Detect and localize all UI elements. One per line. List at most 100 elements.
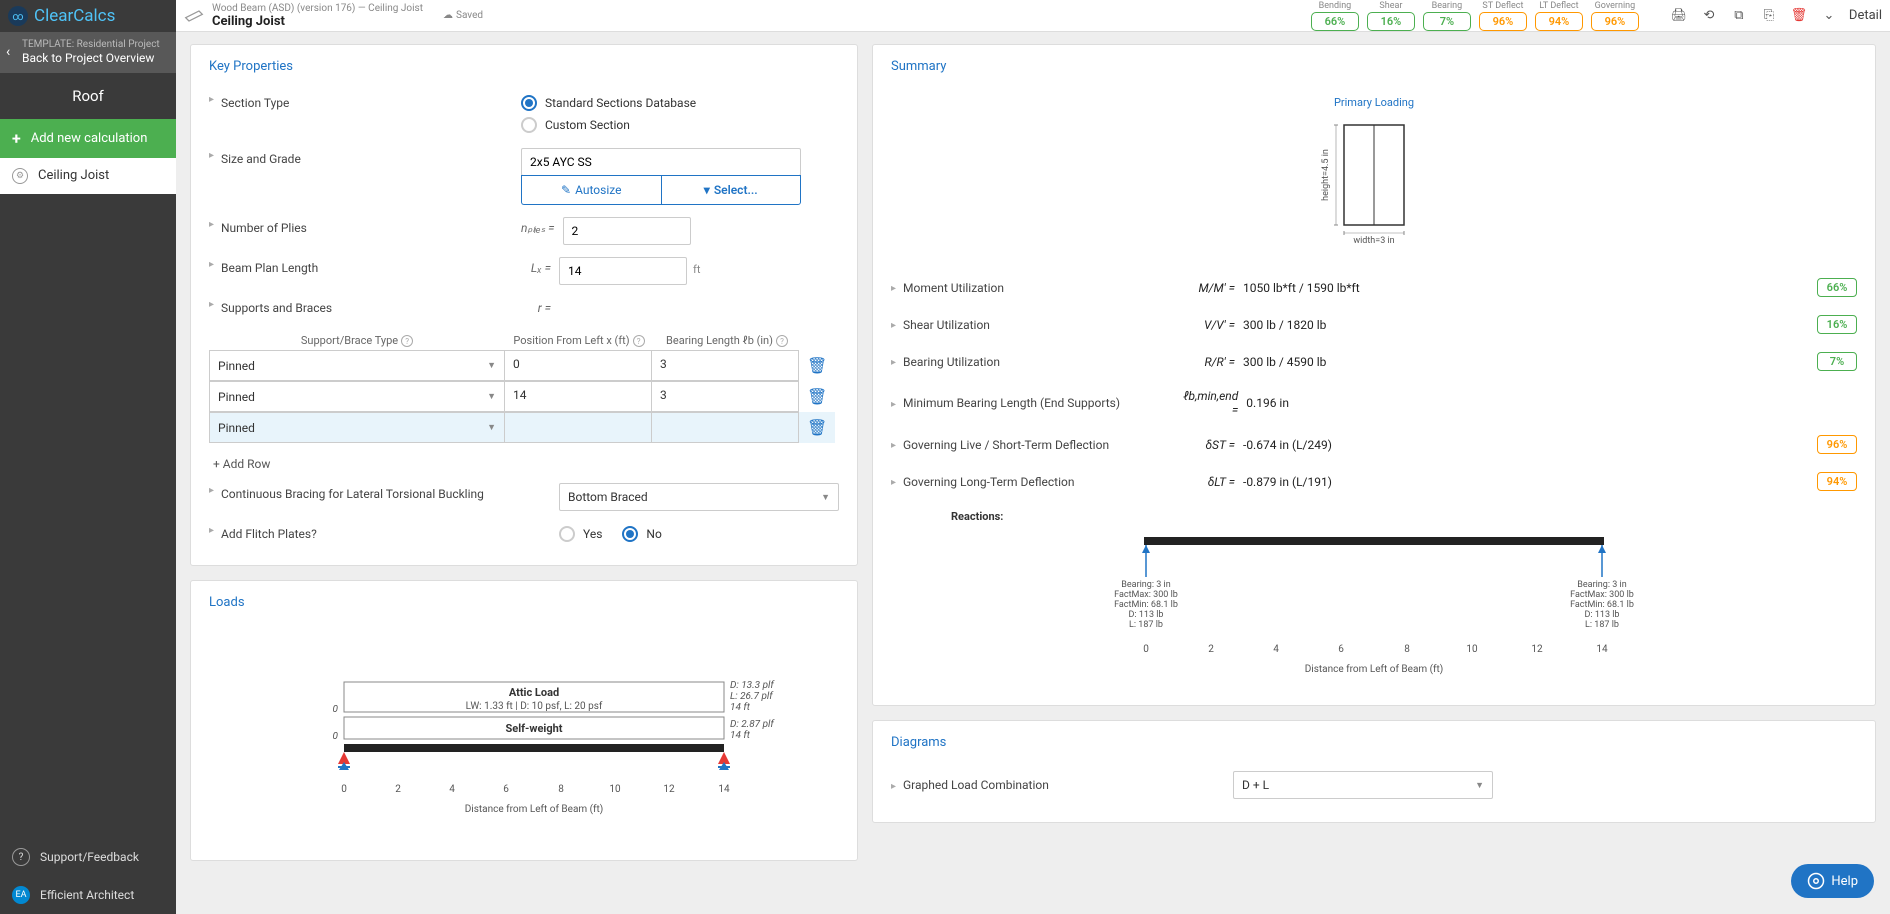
svg-text:0: 0 — [333, 731, 339, 742]
expand-icon[interactable]: ▸ — [209, 299, 217, 310]
loads-diagram: Attic Load LW: 1.33 ft | D: 10 psf, L: 2… — [249, 672, 879, 842]
bearing-badge: 7% — [1817, 352, 1857, 371]
svg-text:Bearing: 3 in: Bearing: 3 in — [1121, 580, 1170, 590]
expand-icon[interactable]: ▸ — [891, 477, 899, 488]
expand-icon[interactable]: ▸ — [891, 357, 899, 368]
svg-text:10: 10 — [1466, 644, 1478, 655]
expand-icon[interactable]: ▸ — [891, 440, 899, 451]
size-grade-label: Size and Grade — [221, 148, 521, 166]
help-icon[interactable]: ? — [401, 335, 413, 347]
bracing-label: Continuous Bracing for Lateral Torsional… — [221, 483, 559, 501]
expand-icon[interactable]: ▸ — [209, 485, 217, 496]
svg-text:4: 4 — [1273, 644, 1279, 655]
expand-icon[interactable]: ▸ — [209, 525, 217, 536]
length-unit: ft — [693, 257, 700, 276]
bearing-input[interactable]: 3 — [651, 381, 799, 412]
sidebar-item-ceiling-joist[interactable]: Ceiling Joist — [0, 158, 176, 194]
position-input[interactable]: 0 — [504, 350, 652, 381]
delete-row-icon[interactable]: 🗑 — [799, 381, 835, 412]
logo[interactable]: ∞ ClearCalcs — [0, 0, 176, 32]
radio-flitch-yes[interactable]: Yes — [559, 523, 602, 545]
expand-icon[interactable]: ▸ — [891, 399, 899, 410]
beam-icon — [184, 6, 204, 26]
table-row: Pinned▼ 🗑 — [209, 412, 839, 443]
support-feedback-button[interactable]: ? Support/Feedback — [0, 838, 176, 876]
refresh-icon[interactable]: ⟲ — [1699, 6, 1719, 26]
delete-row-icon[interactable]: 🗑 — [799, 350, 835, 381]
support-type-select[interactable]: Pinned▼ — [209, 350, 505, 381]
gear-icon — [12, 168, 28, 184]
svg-text:2: 2 — [395, 784, 401, 795]
position-input[interactable]: 14 — [504, 381, 652, 412]
support-type-select[interactable]: Pinned▼ — [209, 381, 505, 412]
svg-text:L: 26.7 plf: L: 26.7 plf — [730, 690, 774, 702]
expand-icon[interactable]: ▸ — [209, 219, 217, 230]
supports-table: Support/Brace Type? Position From Left x… — [209, 331, 839, 443]
svg-text:Distance from Left of Beam (ft: Distance from Left of Beam (ft) — [1305, 663, 1444, 675]
loads-title: Loads — [209, 595, 839, 610]
svg-text:D: 2.87 plf: D: 2.87 plf — [730, 718, 775, 730]
svg-text:Self-weight: Self-weight — [506, 722, 563, 735]
col-pos-header: Position From Left x (ft)? — [505, 331, 653, 350]
expand-icon[interactable]: ▸ — [209, 94, 217, 105]
print-icon[interactable]: 🖨 — [1669, 6, 1689, 26]
svg-text:D: 13.3 plf: D: 13.3 plf — [730, 679, 775, 691]
expand-icon[interactable]: ▸ — [891, 283, 899, 294]
diagrams-title: Diagrams — [891, 735, 1857, 750]
key-properties-panel: Key Properties ▸ Section Type Standard S… — [190, 44, 858, 566]
st-deflect-badge: 96% — [1479, 12, 1527, 31]
chevron-down-icon[interactable]: ⌄ — [1819, 6, 1839, 26]
select-button[interactable]: ▾Select... — [661, 175, 802, 205]
svg-text:height=4.5 in: height=4.5 in — [1321, 149, 1331, 201]
radio-flitch-no[interactable]: No — [622, 523, 661, 545]
help-icon[interactable]: ? — [776, 335, 788, 347]
lt-deflect-badge: 94% — [1535, 12, 1583, 31]
svg-text:FactMin: 68.1 lb: FactMin: 68.1 lb — [1570, 600, 1634, 610]
bearing-input[interactable]: 3 — [651, 350, 799, 381]
svg-text:6: 6 — [503, 784, 509, 795]
beam-length-input[interactable] — [559, 257, 687, 285]
back-to-project[interactable]: ‹ TEMPLATE: Residential Project Back to … — [0, 32, 176, 73]
svg-text:width=3 in: width=3 in — [1353, 236, 1394, 245]
lt-deflect-badge: 94% — [1817, 472, 1857, 491]
size-grade-input[interactable] — [521, 148, 801, 176]
svg-text:FactMax: 300 lb: FactMax: 300 lb — [1570, 590, 1634, 600]
add-row-button[interactable]: + Add Row — [209, 451, 839, 477]
bracing-select[interactable]: Bottom Braced▼ — [559, 483, 839, 511]
expand-icon[interactable]: ▸ — [891, 320, 899, 331]
svg-text:14: 14 — [718, 784, 730, 795]
svg-text:Distance from Left of Beam (ft: Distance from Left of Beam (ft) — [465, 803, 604, 815]
svg-text:4: 4 — [449, 784, 455, 795]
supports-symbol: r = — [521, 297, 551, 315]
bearing-input[interactable] — [651, 412, 799, 443]
diagrams-panel: Diagrams ▸ Graphed Load Combination D + … — [872, 720, 1876, 823]
help-icon[interactable]: ? — [633, 335, 645, 347]
expand-icon[interactable]: ▸ — [209, 150, 217, 161]
autosize-button[interactable]: ✎Autosize — [521, 175, 661, 205]
help-button[interactable]: Help — [1791, 864, 1874, 898]
detail-button[interactable]: Detail — [1849, 8, 1882, 23]
help-icon: ? — [12, 848, 30, 866]
svg-text:Bearing: 3 in: Bearing: 3 in — [1577, 580, 1626, 590]
breadcrumb: Wood Beam (ASD) (version 176) — Ceiling … — [212, 3, 423, 14]
page-title: Ceiling Joist — [212, 14, 423, 29]
copy-icon[interactable]: ⎘ — [1759, 6, 1779, 26]
svg-text:D: 113 lb: D: 113 lb — [1585, 610, 1620, 620]
delete-icon[interactable]: 🗑 — [1789, 6, 1809, 26]
user-menu[interactable]: EA Efficient Architect — [0, 876, 176, 914]
delete-row-icon[interactable]: 🗑 — [799, 412, 835, 443]
load-combo-select[interactable]: D + L▼ — [1233, 771, 1493, 799]
plies-input[interactable] — [563, 217, 691, 245]
shear-badge: 16% — [1367, 12, 1415, 31]
expand-icon[interactable]: ▸ — [891, 781, 899, 792]
link-icon[interactable]: ⧉ — [1729, 6, 1749, 26]
svg-text:8: 8 — [558, 784, 564, 795]
position-input[interactable] — [504, 412, 652, 443]
plies-label: Number of Plies — [221, 217, 521, 235]
radio-custom-section[interactable]: Custom Section — [521, 114, 839, 136]
support-type-select[interactable]: Pinned▼ — [209, 412, 505, 443]
add-calculation-button[interactable]: +Add new calculation — [0, 119, 176, 158]
radio-standard-sections[interactable]: Standard Sections Database — [521, 92, 839, 114]
table-row: Pinned▼ 14 3 🗑 — [209, 381, 839, 412]
expand-icon[interactable]: ▸ — [209, 259, 217, 270]
